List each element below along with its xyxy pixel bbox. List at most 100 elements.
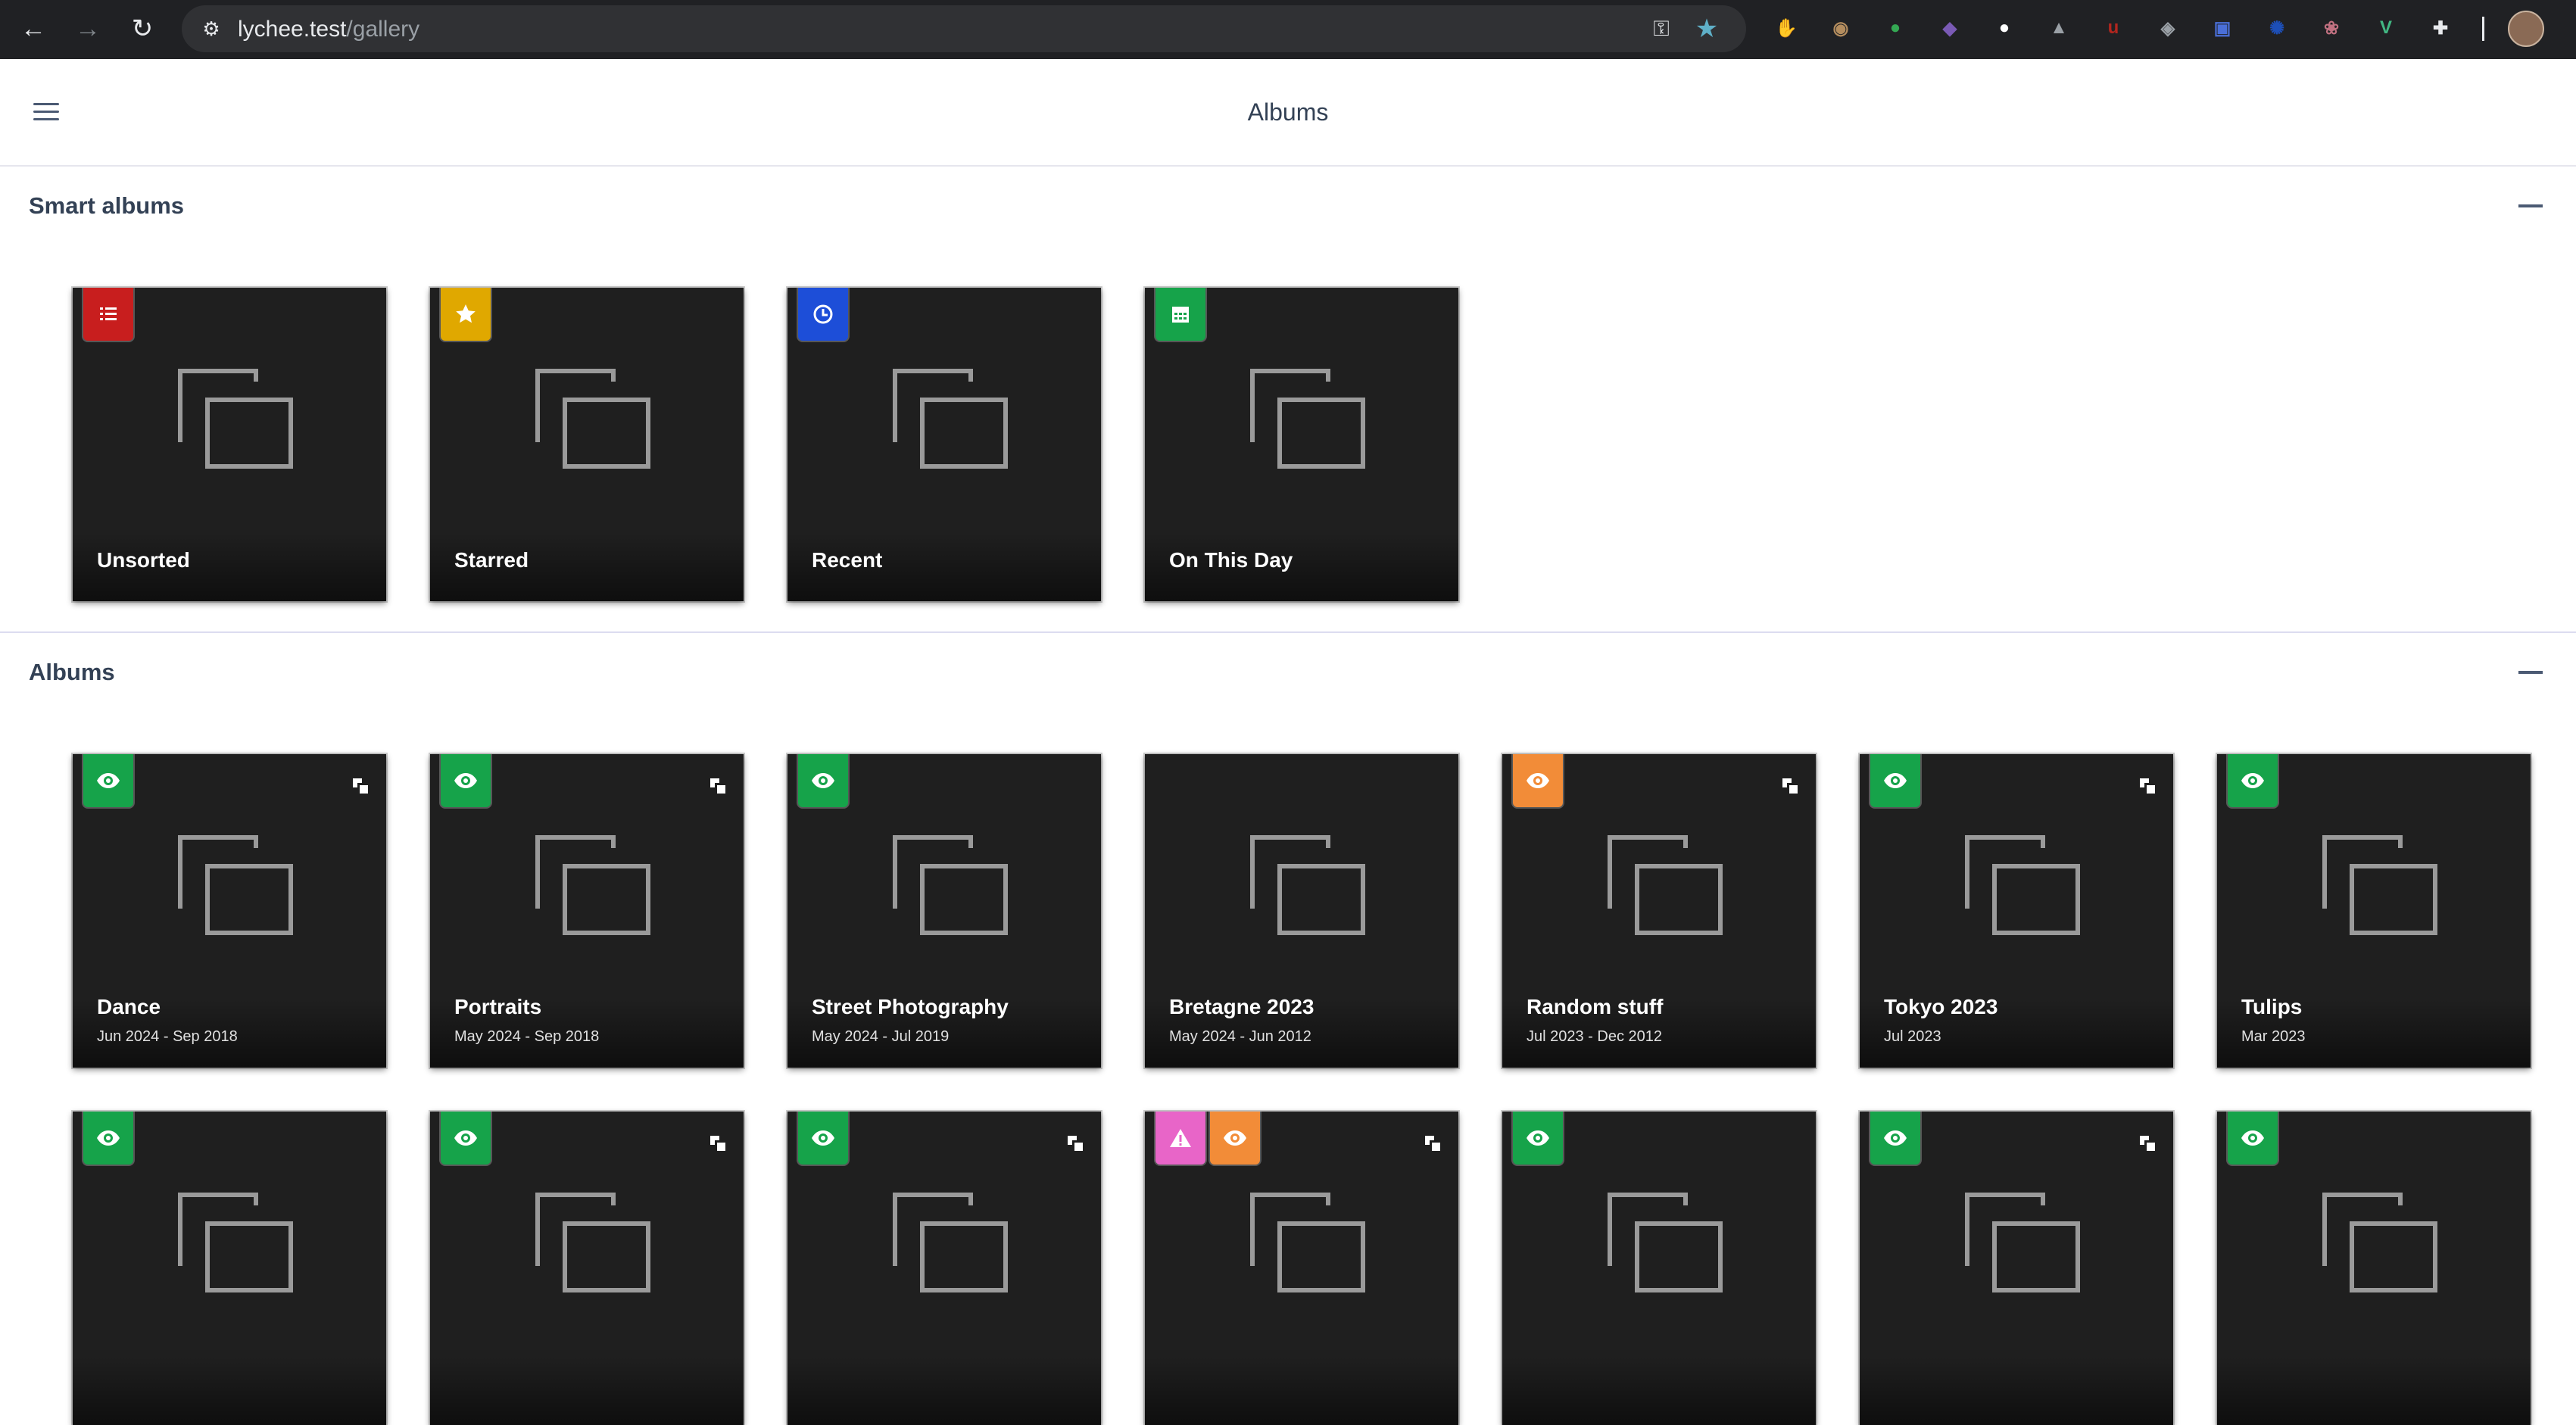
- back-arrow-icon[interactable]: ←: [14, 9, 53, 48]
- eye-icon: [2228, 754, 2278, 807]
- album-title: Unsorted: [97, 548, 190, 572]
- eye-icon: [798, 754, 848, 807]
- album-title: Street Photography: [812, 995, 1009, 1018]
- puzzle-ext-icon[interactable]: ✚: [2426, 14, 2455, 42]
- page-title: Albums: [1247, 98, 1329, 126]
- album-placeholder-icon: [533, 1190, 654, 1296]
- cat-ext-icon[interactable]: ◆: [1935, 14, 1964, 42]
- eye-icon: [1513, 754, 1563, 807]
- profile-avatar[interactable]: [2508, 11, 2544, 47]
- owl-ext-icon[interactable]: ◉: [1826, 14, 1855, 42]
- site-info-icon[interactable]: ⚙: [198, 16, 224, 42]
- album-placeholder-icon: [533, 366, 654, 472]
- card-overlay: [1860, 1357, 2173, 1425]
- reload-icon[interactable]: ↻: [123, 9, 162, 48]
- album-title: On This Day: [1169, 548, 1293, 572]
- album-placeholder-icon: [1248, 1190, 1369, 1296]
- toolbar-divider: [2482, 17, 2484, 41]
- sub-albums-icon: [709, 777, 727, 795]
- rocket-ext-icon[interactable]: ▲: [2044, 14, 2073, 42]
- album-card[interactable]: [2217, 1112, 2531, 1425]
- album-card[interactable]: [1145, 1112, 1458, 1425]
- album-date-range: May 2024 - Jul 2019: [812, 1028, 950, 1045]
- vue-ext-icon[interactable]: V: [2372, 14, 2400, 42]
- app-header: Albums: [0, 59, 2576, 167]
- record-ext-icon[interactable]: ●: [1990, 14, 2019, 42]
- album-card[interactable]: Bretagne 2023 May 2024 - Jun 2012: [1145, 754, 1458, 1068]
- adblock-ext-icon[interactable]: ✋: [1772, 14, 1801, 42]
- eye-icon: [83, 1112, 133, 1165]
- album-card[interactable]: [1860, 1112, 2173, 1425]
- album-date-range: Jun 2024 - Sep 2018: [97, 1028, 238, 1045]
- warning-icon: [1155, 1112, 1205, 1165]
- album-title: Recent: [812, 548, 883, 572]
- album-title: Random stuff: [1527, 995, 1664, 1018]
- album-placeholder-icon: [2320, 833, 2441, 939]
- sub-albums-icon: [709, 1134, 727, 1152]
- album-title: Dance: [97, 995, 161, 1018]
- eye-icon: [1870, 1112, 1920, 1165]
- forward-arrow-icon[interactable]: →: [68, 9, 108, 48]
- album-title: Portraits: [454, 995, 542, 1018]
- smart-albums-collapse-button[interactable]: [2518, 204, 2543, 207]
- screen-ext-icon[interactable]: ▣: [2208, 14, 2237, 42]
- clock-icon: [798, 288, 848, 341]
- album-title: Bretagne 2023: [1169, 995, 1315, 1018]
- url-text[interactable]: lychee.test/gallery: [238, 17, 419, 42]
- album-card[interactable]: Dance Jun 2024 - Sep 2018: [73, 754, 386, 1068]
- album-placeholder-icon: [1248, 833, 1369, 939]
- browser-toolbar: ← → ↻ ⚙ lychee.test/gallery ⚿ ★ ✋ ◉ ● ◆ ● ▲ u ◈…: [0, 0, 2576, 59]
- albums-header: Albums: [0, 648, 2576, 697]
- sub-albums-icon: [1781, 777, 1799, 795]
- album-card[interactable]: [430, 1112, 744, 1425]
- card-overlay: [1502, 1357, 1816, 1425]
- album-card[interactable]: Unsorted: [73, 288, 386, 601]
- card-overlay: [1145, 1357, 1458, 1425]
- album-card[interactable]: Tulips Mar 2023: [2217, 754, 2531, 1068]
- album-card[interactable]: Portraits May 2024 - Sep 2018: [430, 754, 744, 1068]
- sub-albums-icon: [1424, 1134, 1442, 1152]
- album-placeholder-icon: [176, 833, 297, 939]
- eye-icon: [83, 754, 133, 807]
- smart-albums-header: Smart albums: [0, 182, 2576, 230]
- sub-albums-icon: [2138, 1134, 2157, 1152]
- album-placeholder-icon: [890, 366, 1012, 472]
- album-title: Tulips: [2241, 995, 2303, 1018]
- album-card[interactable]: [1502, 1112, 1816, 1425]
- eye-icon: [1513, 1112, 1563, 1165]
- album-placeholder-icon: [1963, 833, 2084, 939]
- smart-albums-title: Smart albums: [29, 192, 185, 219]
- star-icon: [441, 288, 491, 341]
- album-placeholder-icon: [2320, 1190, 2441, 1296]
- albums-collapse-button[interactable]: [2518, 671, 2543, 674]
- sub-albums-icon: [1066, 1134, 1084, 1152]
- album-placeholder-icon: [1963, 1190, 2084, 1296]
- green-ext-icon[interactable]: ●: [1881, 14, 1910, 42]
- brain-ext-icon[interactable]: ❀: [2317, 14, 2346, 42]
- album-card[interactable]: Recent: [787, 288, 1101, 601]
- album-title: Starred: [454, 548, 529, 572]
- album-placeholder-icon: [1605, 1190, 1726, 1296]
- album-card[interactable]: On This Day: [1145, 288, 1458, 601]
- bookmark-star-icon[interactable]: ★: [1692, 14, 1722, 43]
- eye-icon: [798, 1112, 848, 1165]
- album-card[interactable]: Street Photography May 2024 - Jul 2019: [787, 754, 1101, 1068]
- album-card[interactable]: Random stuff Jul 2023 - Dec 2012: [1502, 754, 1816, 1068]
- album-card[interactable]: [73, 1112, 386, 1425]
- list-icon: [83, 288, 133, 341]
- ublock-ext-icon[interactable]: u: [2099, 14, 2128, 42]
- album-placeholder-icon: [176, 1190, 297, 1296]
- album-placeholder-icon: [1248, 366, 1369, 472]
- section-divider: [0, 631, 2576, 633]
- album-card[interactable]: Tokyo 2023 Jul 2023: [1860, 754, 2173, 1068]
- password-key-icon[interactable]: ⚿: [1646, 16, 1676, 42]
- shield-ext-icon[interactable]: ◈: [2153, 14, 2182, 42]
- card-overlay: [73, 1357, 386, 1425]
- album-placeholder-icon: [533, 833, 654, 939]
- album-card[interactable]: [787, 1112, 1101, 1425]
- album-date-range: Mar 2023: [2241, 1028, 2306, 1045]
- gear-ext-icon[interactable]: ✺: [2263, 14, 2291, 42]
- address-bar[interactable]: ⚙ lychee.test/gallery ⚿ ★: [182, 5, 1746, 52]
- album-card[interactable]: Starred: [430, 288, 744, 601]
- eye-icon: [441, 1112, 491, 1165]
